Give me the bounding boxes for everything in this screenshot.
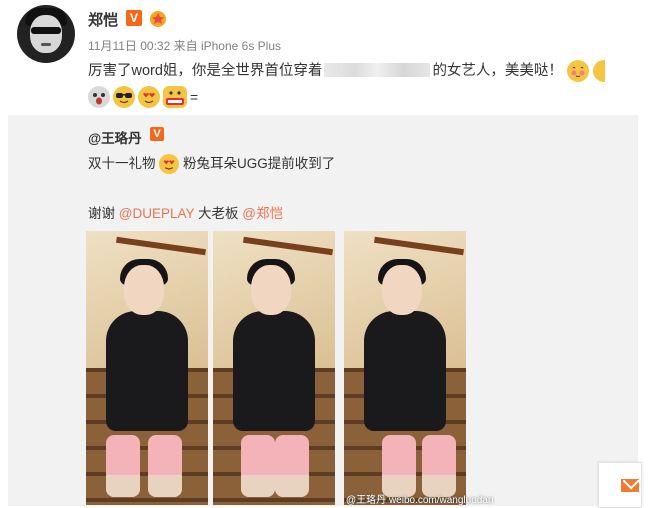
repost-photo-1[interactable] — [86, 231, 208, 505]
photo-boot-left — [241, 435, 275, 497]
photo-person-jacket — [364, 311, 446, 431]
post-content: 厉害了word姐，你是全世界首位穿着 的女艺人，美美哒！ — [88, 59, 605, 83]
avatar[interactable] — [17, 5, 75, 63]
post-content-text-after: 的女艺人，美美哒！ — [432, 63, 563, 79]
message-button[interactable] — [598, 462, 642, 508]
repost-text-before: 双十一礼物 — [88, 156, 156, 171]
post-content-text-before: 厉害了word姐，你是全世界首位穿着 — [88, 63, 323, 79]
post-time[interactable]: 11月11日 00:32 — [88, 39, 170, 53]
photo-person-face — [382, 265, 422, 315]
repost-text-after: 粉兔耳朵UGG提前收到了 — [183, 156, 336, 171]
photo-boot-right — [275, 435, 309, 497]
thanks-prefix: 谢谢 — [88, 206, 115, 221]
photo-boot-left — [382, 435, 416, 497]
photo-watermark: @王珞丹 weibo.com/wangluodan — [346, 491, 493, 506]
post-source[interactable]: 来自 iPhone 6s Plus — [174, 39, 281, 53]
blurred-text — [324, 63, 431, 77]
repost-verified-icon[interactable]: V — [150, 127, 164, 141]
photo-person-jacket — [233, 311, 315, 431]
post-meta: 11月11日 00:32 来自 iPhone 6s Plus — [88, 37, 281, 54]
heart-eyes-emoji-icon — [159, 154, 180, 175]
mention-link-zhengkai[interactable]: @郑恺 — [242, 206, 283, 221]
mention-link-dueplay[interactable]: @DUEPLAY — [119, 206, 194, 221]
surprised-emoji-icon — [88, 86, 110, 108]
post-author-name[interactable]: 郑恺 — [88, 9, 118, 30]
heart-eyes-emoji-icon — [138, 86, 160, 108]
watermark-user: @王珞丹 — [346, 495, 387, 506]
photo-person-jacket — [106, 311, 188, 431]
verified-icon[interactable]: V — [126, 10, 142, 26]
repost-photo-3[interactable] — [344, 231, 466, 505]
avatar-sunglasses — [31, 27, 61, 34]
repost-photo-2[interactable] — [213, 231, 335, 505]
avatar-face — [30, 15, 62, 53]
mail-icon — [621, 479, 639, 492]
emoji-row: = — [88, 86, 198, 108]
avatar-mouth — [41, 43, 51, 46]
photo-person-face — [251, 265, 291, 315]
awesome-emoji-icon — [163, 86, 187, 108]
repost-thanks: 谢谢 @DUEPLAY 大老板 @郑恺 — [88, 202, 283, 222]
thanks-middle: 大老板 — [198, 206, 239, 221]
repost-author-name[interactable]: @王珞丹 — [88, 127, 142, 147]
photo-person-face — [124, 265, 164, 315]
sunglasses-emoji-icon — [113, 86, 135, 108]
photo-boot-right — [148, 435, 182, 497]
photo-boot-right — [422, 435, 456, 497]
watermark-url: weibo.com/wangluodan — [388, 495, 494, 506]
trailing-text: = — [190, 89, 199, 105]
wink-emoji-icon — [593, 60, 605, 83]
photo-boot-left — [106, 435, 140, 497]
member-medal-icon[interactable] — [148, 8, 168, 28]
repost-card[interactable]: @王珞丹 V 双十一礼物 粉兔耳朵UGG提前收到了 谢谢 @DUEPLAY 大老… — [8, 115, 638, 506]
repost-text: 双十一礼物 粉兔耳朵UGG提前收到了 — [88, 152, 336, 175]
shy-emoji-icon — [566, 60, 589, 83]
